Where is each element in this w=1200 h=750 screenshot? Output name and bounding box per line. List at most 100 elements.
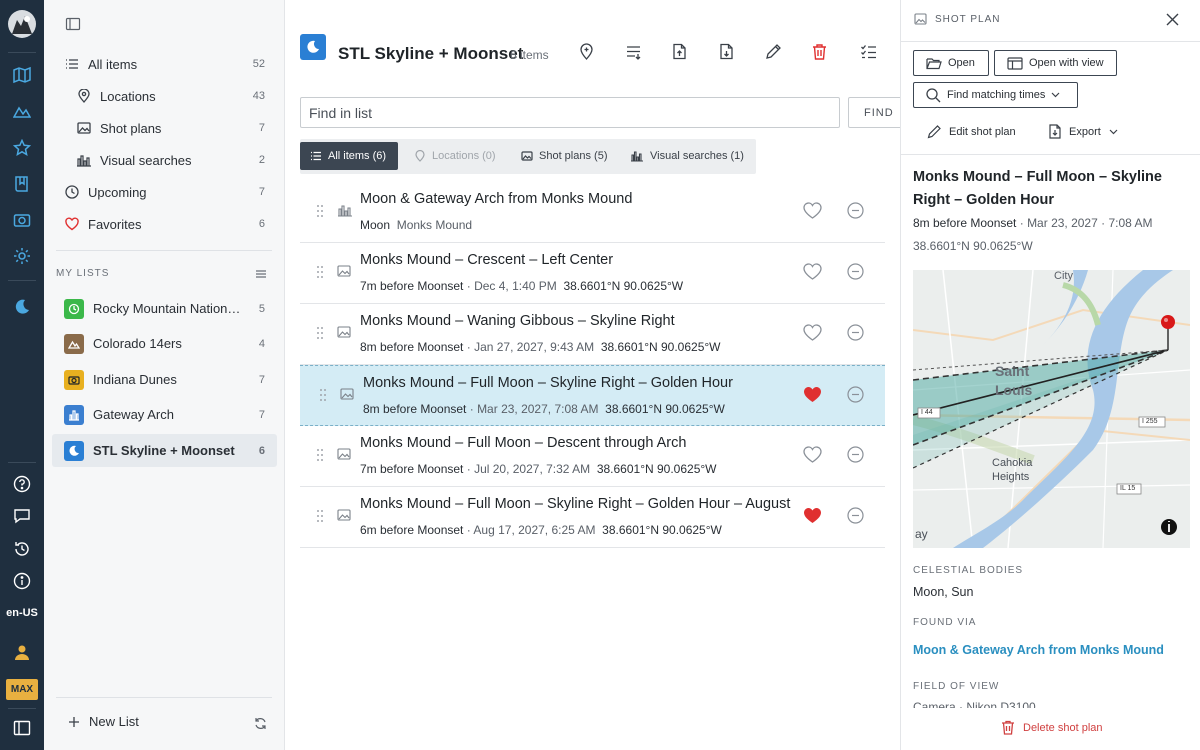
skyline-search-icon [337, 203, 353, 217]
filter-all-items[interactable]: All items (6) [300, 142, 398, 170]
sidebar-item-favorites[interactable]: Favorites 6 [52, 208, 277, 240]
remove-minus-icon[interactable] [847, 386, 864, 403]
drag-handle-icon[interactable] [319, 388, 327, 402]
shot-plan-coords: 38.6601°N 90.0625°W [913, 239, 1033, 253]
sidebar-item-upcoming[interactable]: Upcoming 7 [52, 176, 277, 208]
list-row-selected[interactable]: Monks Mound – Full Moon – Skyline Right … [300, 365, 885, 426]
favorite-heart-icon[interactable] [803, 202, 822, 219]
row-title: Monks Mound – Crescent – Left Center [360, 252, 614, 268]
drag-handle-icon[interactable] [316, 448, 324, 462]
drag-handle-icon[interactable] [316, 509, 324, 523]
filter-shot-plans[interactable]: Shot plans (5) [511, 142, 617, 170]
sidebar-item-visual-searches[interactable]: Visual searches 2 [52, 144, 277, 176]
drag-handle-icon[interactable] [316, 326, 324, 340]
sync-icon[interactable] [254, 717, 267, 730]
sidebar-item-locations[interactable]: Locations 43 [52, 80, 277, 112]
list-item-indiana-dunes[interactable]: Indiana Dunes 7 [52, 363, 277, 396]
favorite-heart-icon[interactable] [803, 263, 822, 280]
map-icon[interactable] [10, 63, 34, 87]
open-button[interactable]: Open [913, 50, 989, 76]
favorite-heart-filled-icon[interactable] [803, 386, 822, 403]
locale-selector[interactable]: en-US [0, 607, 44, 619]
filter-locations[interactable]: Locations (0) [404, 142, 506, 170]
info-icon[interactable] [10, 569, 34, 593]
find-matching-times-button[interactable]: Find matching times [913, 82, 1078, 108]
filter-label: Shot plans (5) [539, 150, 608, 162]
checklist-icon[interactable] [857, 40, 879, 62]
export-label: Export [1069, 125, 1101, 138]
import-file-icon[interactable] [668, 40, 690, 62]
list-row[interactable]: Monks Mound – Crescent – Left Center 7m … [300, 243, 885, 304]
row-subtitle: 8m before Moonset · Jan 27, 2027, 9:43 A… [360, 340, 721, 354]
panel-header: SHOT PLAN [914, 13, 1001, 25]
list-item-stl-skyline[interactable]: STL Skyline + Moonset 6 [52, 434, 277, 467]
delete-trash-icon[interactable] [808, 40, 830, 62]
remove-minus-icon[interactable] [847, 324, 864, 341]
help-icon[interactable] [10, 472, 34, 496]
list-label: Gateway Arch [93, 407, 174, 422]
found-via-link[interactable]: Moon & Gateway Arch from Monks Mound [913, 643, 1164, 657]
list-badge [64, 440, 84, 461]
close-icon[interactable] [1165, 12, 1180, 27]
list-label: Indiana Dunes [93, 372, 177, 387]
book-icon[interactable] [10, 172, 34, 196]
history-icon[interactable] [10, 537, 34, 561]
row-title: Monks Mound – Full Moon – Skyline Right … [360, 496, 791, 512]
list-row[interactable]: Monks Mound – Waning Gibbous – Skyline R… [300, 304, 885, 365]
sidebar-item-all-items[interactable]: All items 52 [52, 48, 277, 80]
moon-icon[interactable] [10, 295, 34, 319]
row-subtitle: 7m before Moonset · Dec 4, 1:40 PM 38.66… [360, 279, 684, 293]
drag-handle-icon[interactable] [316, 204, 324, 218]
sidebar-item-label: Visual searches [100, 152, 192, 168]
reorder-lists-icon[interactable] [255, 268, 267, 280]
remove-minus-icon[interactable] [847, 446, 864, 463]
open-with-view-button[interactable]: Open with view [994, 50, 1117, 76]
row-lead: 8m before Moonset [360, 340, 464, 354]
mountains-icon[interactable] [10, 99, 34, 123]
new-list-button[interactable]: New List [68, 714, 139, 729]
rail-divider [8, 52, 36, 53]
edit-shot-plan-button[interactable]: Edit shot plan [927, 124, 1016, 139]
list-badge [64, 369, 84, 390]
find-button[interactable]: FIND [848, 97, 908, 128]
add-location-icon[interactable] [575, 40, 597, 62]
star-icon[interactable] [10, 136, 34, 160]
sidebar-item-shot-plans[interactable]: Shot plans 7 [52, 112, 277, 144]
filter-visual-searches[interactable]: Visual searches (1) [620, 142, 754, 170]
list-row[interactable]: Moon & Gateway Arch from Monks Mound Moo… [300, 182, 885, 243]
remove-minus-icon[interactable] [847, 202, 864, 219]
row-title: Monks Mound – Full Moon – Skyline Right … [363, 375, 733, 391]
sort-list-icon[interactable] [622, 40, 644, 62]
chat-icon[interactable] [10, 504, 34, 528]
plan-badge[interactable]: MAX [6, 679, 38, 700]
row-detail: Jul 20, 2027, 7:32 AM [474, 462, 591, 476]
camera-icon[interactable] [10, 208, 34, 232]
list-item-gateway-arch[interactable]: Gateway Arch 7 [52, 398, 277, 431]
list-item-rocky-mountain[interactable]: Rocky Mountain National Park 5 [52, 292, 277, 325]
delete-shot-plan-button[interactable]: Delete shot plan [1001, 720, 1103, 735]
clock-icon [64, 184, 80, 200]
shot-plan-map[interactable]: City Saint Louis Cahokia Heights I 44 I … [913, 270, 1190, 548]
meta-lead: 8m before Moonset [913, 216, 1017, 230]
favorite-heart-filled-icon[interactable] [803, 507, 822, 524]
find-in-list-input[interactable] [300, 97, 840, 128]
sidebar-toggle-icon[interactable] [10, 716, 34, 740]
export-file-icon[interactable] [715, 40, 737, 62]
remove-minus-icon[interactable] [847, 263, 864, 280]
favorite-heart-icon[interactable] [803, 446, 822, 463]
list-item-colorado-14ers[interactable]: Colorado 14ers 4 [52, 327, 277, 360]
app-logo-avatar[interactable] [8, 10, 36, 38]
list-row[interactable]: Monks Mound – Full Moon – Descent throug… [300, 426, 885, 487]
list-row[interactable]: Monks Mound – Full Moon – Skyline Right … [300, 487, 885, 548]
collapse-panel-icon[interactable] [65, 16, 81, 32]
drag-handle-icon[interactable] [316, 265, 324, 279]
panel-divider [901, 154, 1200, 155]
sidebar-item-count: 6 [258, 218, 265, 230]
remove-minus-icon[interactable] [847, 507, 864, 524]
edit-pencil-icon[interactable] [762, 40, 784, 62]
favorite-heart-icon[interactable] [803, 324, 822, 341]
image-icon [521, 150, 533, 162]
user-icon[interactable] [10, 640, 34, 664]
gear-icon[interactable] [10, 244, 34, 268]
export-button[interactable]: Export [1048, 124, 1118, 139]
